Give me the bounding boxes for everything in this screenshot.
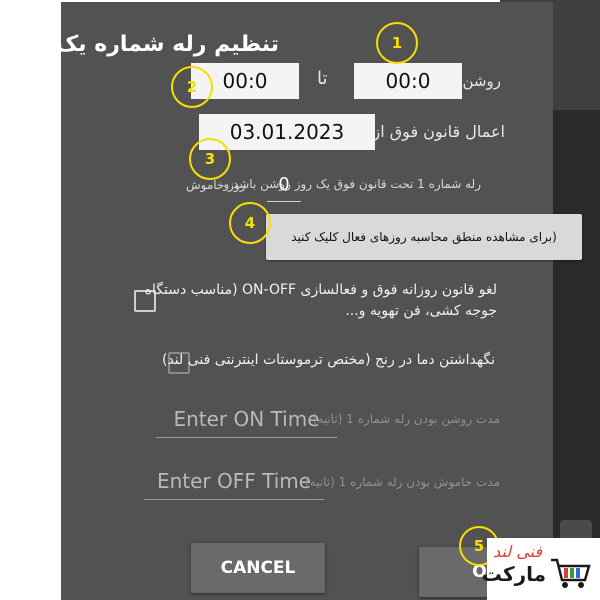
on-time-label: مدت روشن بودن رله شماره 1 (ثانیه) — [312, 412, 500, 426]
temp-range-label: نگهداشتن دما در رنج (مختص ترموستات اینتر… — [162, 352, 495, 368]
off-days-label: روز خاموش — [186, 178, 246, 192]
off-days-input[interactable]: 0 — [267, 172, 301, 202]
start-time-input[interactable]: 00:0 — [354, 63, 462, 99]
annotation-marker-1: 1 — [376, 22, 418, 64]
shopping-cart-icon — [551, 558, 591, 588]
watermark-logo: فنی لند مارکت — [482, 538, 600, 600]
dialog-title: تنظیم رله شماره یک — [55, 32, 279, 57]
to-label: تا — [317, 68, 328, 89]
day-rule-label: رله شماره 1 تحت قانون فوق یک روز روشن با… — [223, 177, 481, 191]
view-logic-button[interactable]: (برای مشاهده منطق محاسبه روزهای فعال کلی… — [266, 214, 582, 260]
annotation-marker-3: 3 — [189, 138, 231, 180]
background-app-content — [553, 110, 600, 590]
off-time-label: مدت خاموش بودن رله شماره 1 (ثانیه) — [305, 475, 500, 489]
annotation-marker-4: 4 — [229, 202, 271, 244]
relay-settings-dialog: تنظیم رله شماره یک روشن از ساعت 00:0 تا … — [56, 2, 582, 600]
annotation-marker-2: 2 — [171, 66, 213, 108]
on-time-input[interactable]: Enter ON Time — [156, 402, 337, 438]
onoff-mode-label: لغو قانون روزانه فوق و فعالسازی ON-OFF (… — [144, 282, 497, 319]
watermark-line-2: مارکت — [481, 562, 546, 586]
cancel-button[interactable]: CANCEL — [191, 543, 325, 593]
watermark-line-1: فنی لند — [493, 542, 542, 561]
off-time-input[interactable]: Enter OFF Time — [144, 464, 324, 500]
